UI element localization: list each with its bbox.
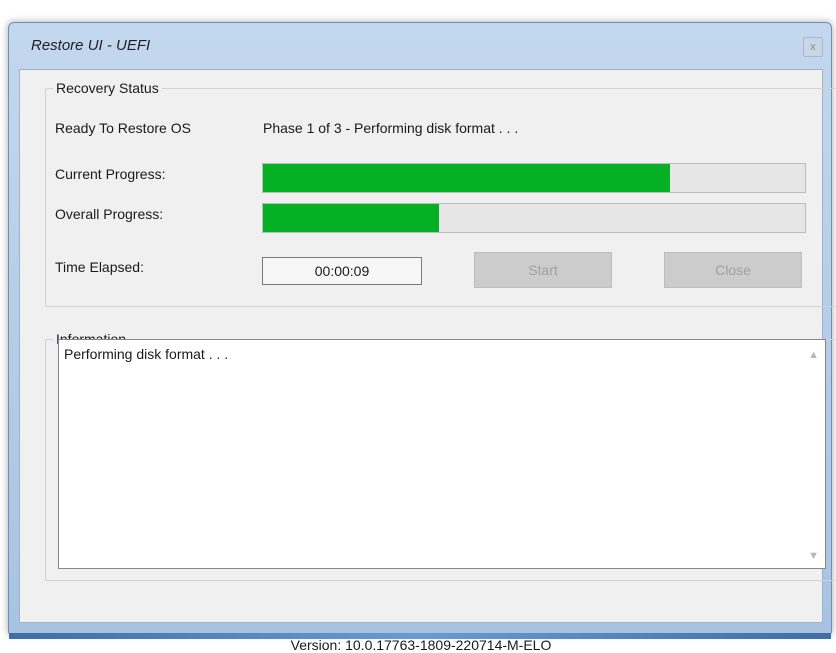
title-bar[interactable]: Restore UI - UEFI x [9, 23, 831, 69]
close-button[interactable]: Close [664, 252, 802, 288]
phase-text: Phase 1 of 3 - Performing disk format . … [263, 120, 519, 136]
current-progress-label: Current Progress: [55, 166, 166, 182]
recovery-status-legend: Recovery Status [56, 80, 159, 96]
current-progress-bar [262, 163, 806, 193]
restore-ui-window: Restore UI - UEFI x Recovery Status Read… [8, 22, 836, 653]
overall-progress-fill [263, 204, 440, 232]
version-label: Version: 10.0.17763-1809-220714-M-ELO [290, 637, 552, 653]
state-label: Ready To Restore OS [55, 120, 191, 136]
recovery-status-group: Recovery Status Ready To Restore OS Phas… [45, 80, 836, 307]
start-button[interactable]: Start [474, 252, 612, 288]
time-elapsed-value: 00:00:09 [262, 257, 422, 285]
overall-progress-bar [262, 203, 806, 233]
scroll-down-icon[interactable]: ▼ [808, 550, 819, 562]
current-progress-fill [263, 164, 670, 192]
overall-progress-label: Overall Progress: [55, 206, 164, 222]
information-group: Information Performing disk format . . .… [45, 331, 836, 581]
window-title: Restore UI - UEFI [31, 37, 151, 54]
scroll-up-icon[interactable]: ▲ [808, 349, 819, 361]
time-elapsed-label: Time Elapsed: [55, 259, 144, 275]
client-area: Recovery Status Ready To Restore OS Phas… [19, 69, 836, 653]
information-textarea[interactable]: Performing disk format . . . ▲ ▼ [58, 339, 826, 569]
window-close-button[interactable]: x [803, 37, 823, 57]
information-text: Performing disk format . . . [64, 346, 229, 362]
